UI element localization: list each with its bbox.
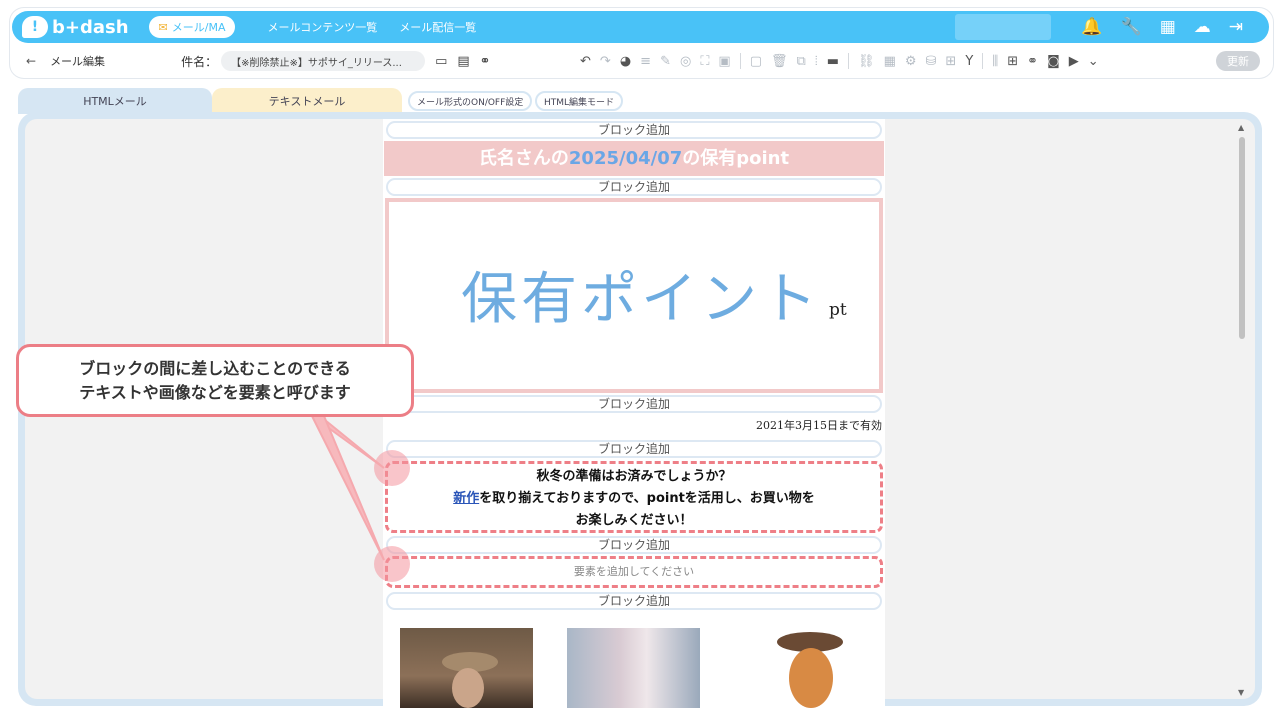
scroll-thumb[interactable] [1239,137,1245,339]
grid-icon[interactable]: ▦ [1160,17,1176,37]
tab-html-mail[interactable]: HTMLメール [18,88,212,114]
add-block-button[interactable]: ブロック追加 [386,592,882,610]
chevron-down-icon[interactable]: ⌄ [1088,54,1099,69]
toolbar-divider [982,53,984,69]
link-icon[interactable]: ⛓ [858,54,875,69]
message-line-2-text: を取り揃えておりますので、pointを活用し、お買い物を [479,491,815,506]
message-line-2: 新作を取り揃えておりますので、pointを活用し、お買い物を [388,488,880,510]
logo-bubble-icon: ! [22,16,48,38]
message-element[interactable]: 秋冬の準備はお済みでしょうか？ 新作を取り揃えておりますので、pointを活用し… [385,461,883,533]
update-button[interactable]: 更新 [1216,51,1260,71]
edit-toolbar: ↶ ↷ ◕ ≡ ✎ ◎ ⛶ ▣ ▢ 🗑 ⧉ ⦙ ▬ ⛓ ▦ ⚙ ⛁ ⊞ Y ⫼ … [580,50,1099,72]
logo-text: b+dash [52,16,129,38]
subject-input[interactable] [221,51,426,71]
highlight-dot [374,450,410,486]
page-title: メール編集 [50,55,106,68]
header-prefix: 氏名さんの [478,148,569,169]
branch-icon[interactable]: Y [965,54,973,69]
trash-icon[interactable]: 🗑 [771,54,788,69]
pen-icon[interactable]: ✎ [660,54,671,69]
hero-unit: pt [829,300,847,320]
header-date: 2025/04/07 [568,148,683,169]
hair-shape [789,648,833,708]
schedule-doc-icon[interactable]: ▤ [457,54,469,69]
add-block-button[interactable]: ブロック追加 [386,536,882,554]
message-line-3: お楽しみください！ [575,513,693,528]
align-icon[interactable]: ≡ [640,54,651,69]
bell-icon[interactable]: 🔔 [1081,17,1102,37]
product-image[interactable] [400,628,533,708]
back-arrow-icon[interactable]: ← [26,54,36,68]
add-block-icon[interactable]: ⊞ [1007,54,1018,69]
add-block-button[interactable]: ブロック追加 [386,178,882,196]
product-image[interactable] [735,628,868,708]
redo-icon[interactable]: ↷ [600,54,611,69]
link-settings-icon[interactable]: ⚭ [1027,54,1038,69]
cloud-user-icon[interactable]: ☁ [1194,17,1211,37]
navbar: ! b+dash ✉ メール/MA メールコンテンツ一覧 メール配信一覧 🔔 🔧… [12,11,1269,43]
subject-label: 件名： [181,54,218,69]
play-icon[interactable]: ▶ [1069,54,1079,69]
columns-icon[interactable]: ⦙ [815,54,818,69]
copy-icon[interactable]: ⧉ [797,54,806,69]
wrench-icon[interactable]: 🔧 [1121,17,1142,37]
scroll-down-icon[interactable]: ▼ [1238,688,1244,697]
callout-line-1: ブロックの間に差し込むことのできる [79,359,351,378]
new-items-link[interactable]: 新作 [453,491,479,506]
product-image[interactable] [567,628,700,708]
nav-item-mail-ma[interactable]: ✉ メール/MA [148,16,236,38]
format-toggle-button[interactable]: メール形式のON/OFF設定 [408,91,533,111]
tab-text-mail[interactable]: テキストメール [212,88,402,114]
nav-item-label: メール/MA [171,21,226,34]
callout-line-2: テキストや画像などを要素と呼びます [79,383,351,402]
nav-icon-group: 🔔 🔧 ▦ ☁ ⇥ [1081,11,1243,43]
header-suffix: の保有point [682,148,790,169]
scrollbar[interactable]: ▲ ▼ [1237,123,1247,697]
editor-subbar: ← メール編集 件名： ▭ ▤ ⚭ ↶ ↷ ◕ ≡ ✎ ◎ ⛶ ▣ ▢ 🗑 ⧉ … [20,50,1260,72]
logout-icon[interactable]: ⇥ [1229,17,1243,37]
add-block-button[interactable]: ブロック追加 [386,395,882,413]
highlight-dot [374,546,410,582]
nav-link-mail-delivery[interactable]: メール配信一覧 [399,19,476,35]
nav-link-mail-contents[interactable]: メールコンテンツ一覧 [267,19,377,35]
undo-icon[interactable]: ↶ [580,54,591,69]
logo[interactable]: ! b+dash [22,16,129,38]
toolbar-divider [848,53,850,69]
html-mode-button[interactable]: HTML編集モード [535,91,624,111]
calendar-icon[interactable]: ▦ [884,54,896,69]
user-name-area [955,14,1051,40]
hero-title: 保有ポイント [461,267,821,332]
window-icon[interactable]: ▭ [435,54,447,69]
points-hero-block[interactable]: 保有ポイント pt [385,198,883,393]
points-header-block[interactable]: 氏名さんの2025/04/07の保有point [384,141,884,176]
image-icon[interactable]: ▣ [718,54,730,69]
add-block-button[interactable]: ブロック追加 [386,121,882,139]
message-line-1: 秋冬の準備はお済みでしょうか？ [536,469,732,484]
expand-icon[interactable]: ⛶ [700,54,709,69]
link-settings-icon[interactable]: ⚭ [480,54,491,69]
palette-icon[interactable]: ◕ [620,54,631,69]
add-element-placeholder[interactable]: 要素を追加してください [385,556,883,588]
face-shape [452,668,484,708]
envelope-icon: ✉ [158,20,168,34]
explanation-callout: ブロックの間に差し込むことのできる テキストや画像などを要素と呼びます [16,344,414,417]
rows-icon[interactable]: ▬ [827,54,839,69]
contact-icon[interactable]: ◙ [1047,54,1060,69]
toolbar-divider [739,53,741,69]
add-doc-icon[interactable]: ⊞ [945,54,956,69]
bars-icon[interactable]: ⫼ [992,54,998,69]
database-icon[interactable]: ⛁ [926,54,937,69]
target-icon[interactable]: ◎ [680,54,691,69]
gears-icon[interactable]: ⚙ [905,54,917,69]
add-block-button[interactable]: ブロック追加 [386,440,882,458]
expiry-text[interactable]: 2021年3月15日まで有効 [600,417,882,433]
frame-icon[interactable]: ▢ [750,54,762,69]
scroll-up-icon[interactable]: ▲ [1238,123,1244,132]
